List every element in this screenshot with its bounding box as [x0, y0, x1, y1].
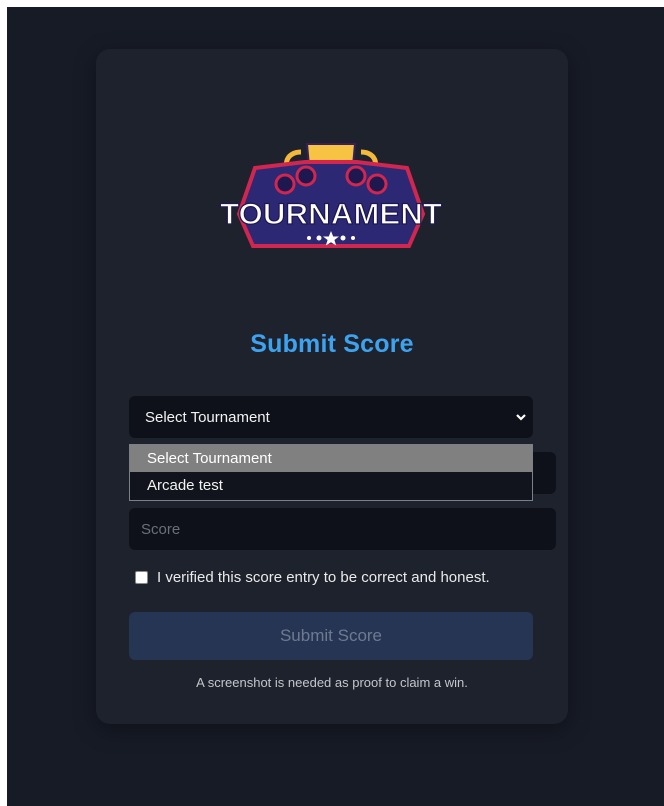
verify-checkbox[interactable]	[135, 571, 148, 584]
tournament-select[interactable]: Select Tournament	[129, 396, 533, 438]
dropdown-option-select-tournament[interactable]: Select Tournament	[130, 445, 532, 472]
submit-score-button[interactable]: Submit Score	[129, 612, 533, 660]
tournament-logo: TOURNAMENT	[219, 143, 443, 248]
tournament-dropdown-list: Select Tournament Arcade test	[129, 444, 533, 501]
score-input[interactable]	[129, 508, 556, 550]
tournament-select-value: Select Tournament	[145, 408, 270, 426]
chevron-down-icon	[516, 414, 526, 421]
dropdown-option-arcade-test[interactable]: Arcade test	[130, 472, 532, 499]
verify-checkbox-label[interactable]: I verified this score entry to be correc…	[157, 569, 490, 586]
screenshot-proof-note: A screenshot is needed as proof to claim…	[196, 675, 468, 690]
logo-text: TOURNAMENT	[220, 198, 442, 231]
form-title: Submit Score	[250, 330, 414, 358]
